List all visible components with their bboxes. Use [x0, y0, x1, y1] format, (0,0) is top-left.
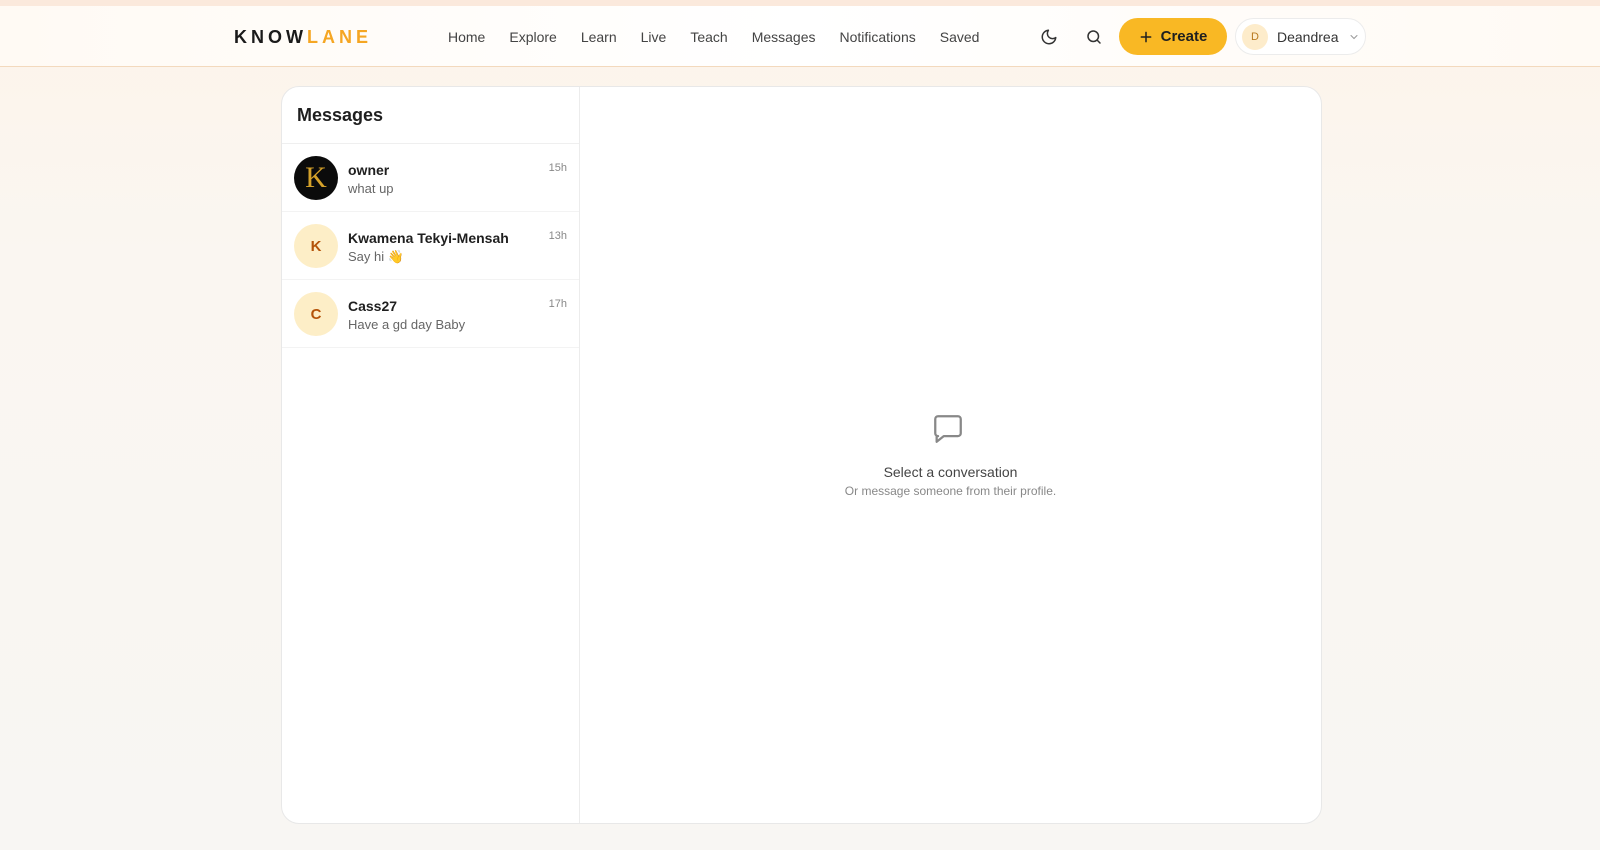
conversation-preview: Have a gd day Baby [348, 317, 466, 332]
user-menu[interactable]: D Deandrea [1235, 18, 1366, 55]
user-name: Deandrea [1277, 28, 1339, 45]
chevron-down-icon [1350, 34, 1357, 39]
conversation-name: Kwamena Tekyi-Mensah [348, 230, 509, 246]
nav-live[interactable]: Live [641, 29, 667, 45]
brand-logo-part1: KNOW [234, 27, 307, 47]
empty-state-title: Select a conversation [883, 464, 1018, 480]
create-button[interactable]: Create [1119, 18, 1227, 55]
conversation-name: Cass27 [348, 298, 398, 314]
conversation-preview: Say hi 👋 [348, 249, 404, 264]
avatar: C [294, 292, 338, 336]
nav-learn[interactable]: Learn [581, 29, 617, 45]
avatar: K [294, 224, 338, 268]
brand-logo-part2: LANE [307, 27, 372, 47]
top-navbar: KNOWLANE Home Explore Learn Live Teach M… [0, 6, 1600, 67]
nav-messages[interactable]: Messages [752, 29, 816, 45]
conversation-time: 13h [548, 230, 567, 242]
nav-notifications[interactable]: Notifications [840, 29, 916, 45]
user-avatar: D [1242, 23, 1268, 50]
moon-icon [1041, 29, 1057, 45]
conversation-time: 17h [548, 298, 567, 310]
search-button[interactable] [1080, 23, 1108, 51]
conversation-item[interactable]: K Kwamena Tekyi-Mensah Say hi 👋 13h [282, 212, 579, 280]
conversation-item[interactable]: K owner what up 15h [282, 144, 579, 212]
nav-teach[interactable]: Teach [690, 29, 727, 45]
messages-panel: Messages K owner what up 15h K Kwamena T… [281, 86, 1322, 824]
theme-toggle-button[interactable] [1035, 23, 1063, 51]
conversation-name: owner [348, 162, 390, 178]
avatar: K [294, 156, 338, 200]
conversation-empty-state: Select a conversation Or message someone… [580, 87, 1321, 823]
chat-bubble-icon [934, 415, 962, 443]
create-button-label: Create [1160, 28, 1208, 45]
brand-logo[interactable]: KNOWLANE [234, 27, 372, 48]
empty-state-subtitle: Or message someone from their profile. [844, 484, 1057, 498]
conversation-preview: what up [348, 181, 394, 196]
main-nav: Home Explore Learn Live Teach Messages N… [448, 6, 979, 67]
nav-home[interactable]: Home [448, 29, 485, 45]
conversation-sidebar: Messages K owner what up 15h K Kwamena T… [282, 87, 580, 823]
search-icon [1087, 30, 1101, 44]
nav-explore[interactable]: Explore [509, 29, 556, 45]
conversation-time: 15h [548, 162, 567, 174]
plus-icon [1140, 31, 1152, 42]
sidebar-title: Messages [282, 87, 579, 144]
conversation-item[interactable]: C Cass27 Have a gd day Baby 17h [282, 280, 579, 348]
nav-saved[interactable]: Saved [940, 29, 980, 45]
